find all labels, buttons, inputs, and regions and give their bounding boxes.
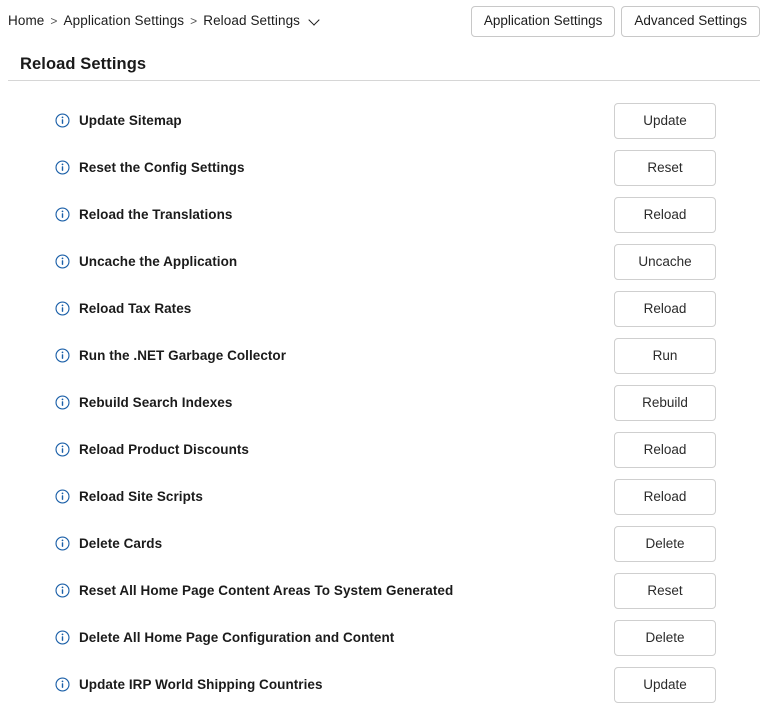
settings-row-label-text: Update Sitemap [79,113,182,128]
header-button-group: Application Settings Advanced Settings [470,6,760,37]
settings-row: Uncache the Application Uncache [0,238,768,285]
settings-row: Reload Site Scripts Reload [0,473,768,520]
settings-row: Update Sitemap Update [0,97,768,144]
settings-row: Reset the Config Settings Reset [0,144,768,191]
application-settings-button[interactable]: Application Settings [470,6,616,37]
breadcrumb-separator: > [50,13,58,28]
advanced-settings-button[interactable]: Advanced Settings [621,6,760,37]
settings-row-label-text: Uncache the Application [79,254,238,269]
top-bar: Home > Application Settings > Reload Set… [0,0,768,44]
settings-row-label-text: Reset the Config Settings [79,160,245,175]
breadcrumb: Home > Application Settings > Reload Set… [8,13,321,28]
settings-row-action-button[interactable]: Reset [614,572,716,609]
breadcrumb-item-home[interactable]: Home [8,13,44,28]
settings-row-action-button[interactable]: Reload [614,290,716,327]
settings-row-label-text: Reset All Home Page Content Areas To Sys… [79,583,454,598]
settings-row-label-text: Rebuild Search Indexes [79,395,233,410]
breadcrumb-separator: > [190,13,198,28]
page-title: Reload Settings [20,55,147,73]
settings-row: Delete All Home Page Configuration and C… [0,614,768,661]
settings-row-label-text: Reload the Translations [79,207,233,222]
settings-row: Reload Product Discounts Reload [0,426,768,473]
settings-row-label: Delete Cards [55,536,162,551]
settings-row-action-button[interactable]: Uncache [614,243,716,280]
settings-row-action-button[interactable]: Delete [614,619,716,656]
settings-row-label: Update Sitemap [55,113,182,128]
settings-row: Reset All Home Page Content Areas To Sys… [0,567,768,614]
settings-row: Update IRP World Shipping Countries Updat… [0,661,768,708]
settings-row-label-text: Delete Cards [79,536,163,551]
settings-row-label: Reset the Config Settings [55,160,245,175]
info-icon[interactable] [55,442,70,457]
settings-row-label: Rebuild Search Indexes [55,395,232,410]
settings-row-label: Reset All Home Page Content Areas To Sys… [55,583,453,598]
breadcrumb-item-application-settings[interactable]: Application Settings [64,13,185,28]
settings-row-label-text: Delete All Home Page Configuration and C… [79,630,395,645]
settings-row-label-text: Update IRP World Shipping Countries [79,677,323,692]
settings-row-action-button[interactable]: Run [614,337,716,374]
settings-row: Reload Tax Rates Reload [0,285,768,332]
settings-row-label: Reload Site Scripts [55,489,203,504]
settings-row-label-text: Reload Site Scripts [79,489,203,504]
info-icon[interactable] [55,630,70,645]
settings-row-label-text: Reload Tax Rates [79,301,192,316]
settings-row-label: Update IRP World Shipping Countries [55,677,323,692]
info-icon[interactable] [55,301,70,316]
settings-row-action-button[interactable]: Rebuild [614,384,716,421]
title-divider [8,80,760,81]
settings-row-action-button[interactable]: Update [614,102,716,139]
settings-row-action-button[interactable]: Delete [614,525,716,562]
settings-row: Delete Cards Delete [0,520,768,567]
info-icon[interactable] [55,583,70,598]
reload-settings-list: Update Sitemap Update Reset the Config Set… [0,97,768,708]
info-icon[interactable] [55,348,70,363]
settings-row-label-text: Reload Product Discounts [79,442,249,457]
info-icon[interactable] [55,113,70,128]
info-icon[interactable] [55,536,70,551]
settings-row-action-button[interactable]: Reload [614,196,716,233]
settings-row-label: Reload Tax Rates [55,301,191,316]
settings-row-label: Reload Product Discounts [55,442,249,457]
settings-row: Reload the Translations Reload [0,191,768,238]
settings-row: Rebuild Search Indexes Rebuild [0,379,768,426]
settings-row-label: Delete All Home Page Configuration and C… [55,630,394,645]
info-icon[interactable] [55,207,70,222]
info-icon[interactable] [55,254,70,269]
settings-row-action-button[interactable]: Update [614,666,716,703]
settings-row-label: Uncache the Application [55,254,237,269]
info-icon[interactable] [55,677,70,692]
settings-row-label-text: Run the .NET Garbage Collector [79,348,287,363]
settings-row-label: Reload the Translations [55,207,232,222]
settings-row-label: Run the .NET Garbage Collector [55,348,286,363]
settings-row: Run the .NET Garbage Collector Run [0,332,768,379]
settings-row-action-button[interactable]: Reload [614,431,716,468]
info-icon[interactable] [55,395,70,410]
settings-row-action-button[interactable]: Reload [614,478,716,515]
info-icon[interactable] [55,489,70,504]
chevron-down-icon[interactable] [309,15,321,27]
breadcrumb-item-reload-settings[interactable]: Reload Settings [203,13,300,28]
info-icon[interactable] [55,160,70,175]
settings-row-action-button[interactable]: Reset [614,149,716,186]
